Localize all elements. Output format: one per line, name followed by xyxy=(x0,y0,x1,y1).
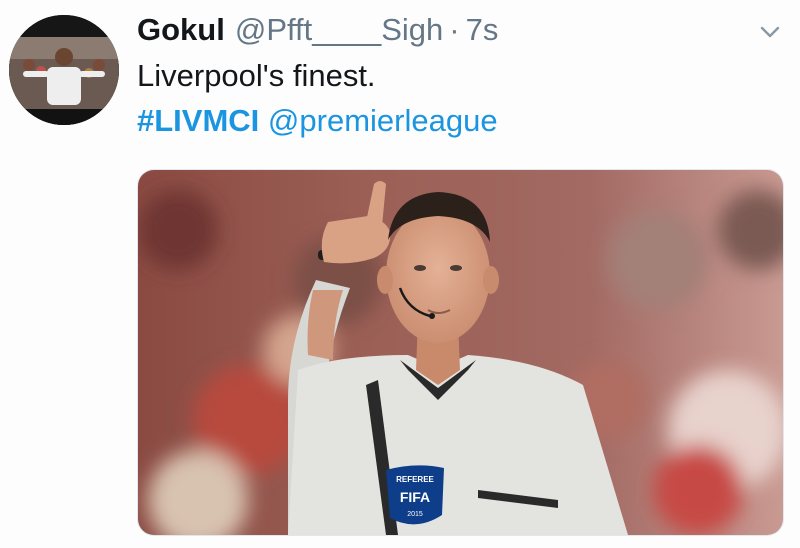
timestamp[interactable]: 7s xyxy=(466,12,499,48)
separator-dot: · xyxy=(449,12,460,47)
badge-fifa-text: FIFA xyxy=(400,489,430,505)
mention-link[interactable]: @premierleague xyxy=(268,103,498,138)
chevron-down-icon xyxy=(760,26,780,38)
hashtag-link[interactable]: #LIVMCI xyxy=(137,103,259,138)
tweet-card: Gokul @Pfft____Sigh · 7s Liverpool's fin… xyxy=(0,0,800,548)
tweet-menu-button[interactable] xyxy=(757,22,783,42)
avatar[interactable] xyxy=(9,15,119,125)
tweet-media[interactable]: REFEREE FIFA 2015 xyxy=(137,169,784,536)
tweet-header: Gokul @Pfft____Sigh · 7s xyxy=(137,12,498,56)
badge-referee-text: REFEREE xyxy=(396,475,434,484)
fifa-referee-badge: REFEREE FIFA 2015 xyxy=(386,465,444,525)
display-name[interactable]: Gokul xyxy=(137,12,225,48)
referee-photo: REFEREE FIFA 2015 xyxy=(138,170,783,535)
badge-year-text: 2015 xyxy=(407,511,423,518)
tweet-text: Liverpool's finest. xyxy=(137,58,376,93)
user-handle[interactable]: @Pfft____Sigh xyxy=(235,12,443,48)
avatar-image xyxy=(9,15,119,125)
tweet-tags: #LIVMCI @premierleague xyxy=(137,103,498,139)
